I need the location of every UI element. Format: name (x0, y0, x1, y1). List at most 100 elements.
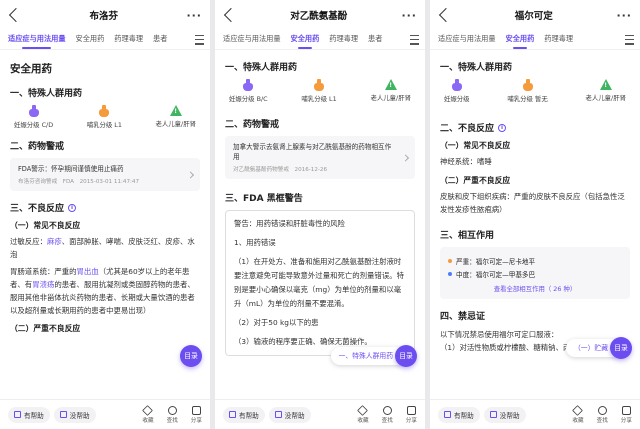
interaction-item[interactable]: 严重：福尔可定—尼卡地平 (448, 256, 622, 266)
share-label: 分享 (190, 417, 202, 424)
screen-acetaminophen: 对乙酰氨基酚 ··· 适应症与用法用量 安全用药 药理毒理 患者 一、特殊人群用… (215, 0, 425, 429)
term-link[interactable]: 胃溃疡 (32, 280, 54, 289)
tab-safety[interactable]: 安全用药 (291, 30, 319, 49)
tab-indications[interactable]: 适应症与用法用量 (8, 30, 66, 49)
tab-menu-icon[interactable] (195, 32, 204, 46)
bottom-bar: 有帮助 没帮助 收藏 查找 分享 (215, 399, 425, 429)
lactation-item[interactable]: 哺乳分级 L1 (87, 105, 122, 129)
toc-button[interactable]: 目录 (610, 337, 632, 359)
common-adverse-text: 过敏反应：麻疹、面部肿胀、哮喘、皮肤泛红、皮疹、水泡 (10, 235, 200, 261)
back-arrow-icon[interactable] (8, 7, 24, 23)
tab-indications[interactable]: 适应症与用法用量 (223, 30, 281, 49)
info-icon[interactable]: i (68, 203, 77, 212)
share-button[interactable]: 分享 (190, 405, 202, 424)
tab-bar: 适应症与用法用量 安全用药 药理毒理 患者 (0, 30, 210, 50)
star-icon (572, 404, 584, 416)
find-button[interactable]: 查找 (167, 405, 178, 424)
tab-patient[interactable]: 患者 (153, 30, 167, 49)
tab-menu-icon[interactable] (410, 32, 419, 46)
top-bar: 福尔可定 ··· (430, 0, 640, 30)
elderly-child-item[interactable]: ! 老人儿童/肝肾 (586, 79, 626, 103)
bottom-bar: 有帮助 没帮助 收藏 查找 分享 (430, 399, 640, 429)
tab-bar: 适应症与用法用量 安全用药 药理毒理 (430, 30, 640, 50)
share-button[interactable]: 分享 (406, 405, 417, 424)
alert-card-title: 加拿大警示去氨肾上腺素与对乙酰氨基酚的药物相互作用 (233, 143, 392, 161)
lactation-item[interactable]: 哺乳分级 L1 (301, 79, 337, 103)
pregnancy-item[interactable]: 妊娠分级 B/C (229, 79, 268, 103)
helpful-label: 有帮助 (24, 411, 44, 420)
more-icon[interactable]: ··· (186, 9, 202, 22)
drug-alert-card[interactable]: 加拿大警示去氨肾上腺素与对乙酰氨基酚的药物相互作用 对乙酰氨基酚药物警戒 201… (225, 136, 415, 179)
pregnancy-item[interactable]: 妊娠分级 C/D (14, 105, 53, 129)
favorite-button[interactable]: 收藏 (572, 404, 584, 424)
tab-pharmacology[interactable]: 药理毒理 (544, 30, 573, 49)
term-link[interactable]: 胃出血 (77, 267, 99, 276)
search-icon (167, 405, 177, 415)
thumbs-up-icon (14, 411, 21, 418)
tab-pharmacology[interactable]: 药理毒理 (329, 30, 358, 49)
gi-adverse-text: 胃肠道系统：严重的胃出血（尤其是60岁以上的老年患者、有胃溃疡的患者、服用抗凝剂… (10, 265, 200, 317)
term-link[interactable]: 麻疹 (47, 237, 62, 246)
adverse-heading-text: 三、不良反应 (10, 204, 65, 214)
chevron-right-icon (401, 153, 410, 162)
find-button[interactable]: 查找 (382, 405, 393, 424)
elderly-child-label: 老人儿童/肝肾 (155, 120, 197, 128)
tab-patient[interactable]: 患者 (368, 30, 382, 49)
toc-button[interactable]: 目录 (180, 345, 202, 367)
common-adverse-text: 神经系统：嗜睡 (440, 157, 492, 166)
tab-menu-icon[interactable] (625, 32, 634, 46)
not-helpful-button[interactable]: 没帮助 (483, 406, 526, 423)
lactation-item[interactable]: 哺乳分级 暂无 (507, 79, 548, 103)
not-helpful-button[interactable]: 没帮助 (268, 406, 311, 423)
favorite-label: 收藏 (357, 417, 369, 424)
view-all-interactions-link[interactable]: 查看全部相互作用（ 26 种） (448, 284, 622, 293)
elderly-child-item[interactable]: ! 老人儿童/肝肾 (155, 105, 197, 129)
share-icon (621, 405, 631, 415)
tab-indications[interactable]: 适应症与用法用量 (438, 30, 496, 49)
share-label: 分享 (620, 417, 632, 424)
toc-button[interactable]: 目录 (395, 345, 417, 367)
favorite-button[interactable]: 收藏 (357, 404, 369, 424)
search-icon (382, 405, 392, 415)
share-button[interactable]: 分享 (620, 405, 632, 424)
more-icon[interactable]: ··· (401, 9, 417, 22)
info-icon[interactable]: i (498, 123, 507, 132)
back-arrow-icon[interactable] (223, 7, 239, 23)
share-icon (191, 405, 201, 415)
pregnancy-item[interactable]: 妊娠分级 (444, 79, 470, 103)
elderly-child-item[interactable]: ! 老人儿童/肝肾 (370, 79, 411, 103)
contraindication-heading: 四、禁忌证 (440, 312, 486, 322)
helpful-button[interactable]: 有帮助 (8, 406, 50, 423)
tab-safety[interactable]: 安全用药 (76, 30, 105, 49)
alert-card-title: FDA警示：怀孕期间谨慎使用止痛药 (18, 165, 124, 173)
not-helpful-button[interactable]: 没帮助 (53, 406, 96, 423)
favorite-label: 收藏 (142, 417, 154, 424)
bottom-bar: 有帮助 没帮助 收藏 查找 分享 (0, 399, 210, 429)
elderly-child-warning-icon: ! (599, 79, 612, 90)
pregnancy-icon (28, 105, 39, 117)
chevron-right-icon (186, 170, 195, 179)
tab-safety[interactable]: 安全用药 (506, 30, 534, 49)
drug-alert-card[interactable]: FDA警示：怀孕期间谨慎使用止痛药 布洛芬咨询警戒 FDA 2015-03-01… (10, 158, 200, 191)
special-population-row: 妊娠分级 B/C 哺乳分级 L1 ! 老人儿童/肝肾 (225, 79, 415, 103)
helpful-button[interactable]: 有帮助 (438, 406, 480, 423)
alert-card-meta: 布洛芬咨询警戒 FDA 2015-03-01 11:47:47 (18, 179, 140, 185)
tab-pharmacology[interactable]: 药理毒理 (114, 30, 143, 49)
back-arrow-icon[interactable] (438, 7, 454, 23)
favorite-button[interactable]: 收藏 (142, 404, 154, 424)
special-population-row: 妊娠分级 哺乳分级 暂无 ! 老人儿童/肝肾 (440, 79, 630, 103)
star-icon (142, 404, 154, 416)
more-icon[interactable]: ··· (616, 9, 632, 22)
interaction-item[interactable]: 中度：福尔可定—甲基多巴 (448, 269, 622, 279)
alert-card-meta: 对乙酰氨基酚药物警戒 2016-12-26 (233, 167, 328, 173)
helpful-button[interactable]: 有帮助 (223, 406, 265, 423)
serious-adverse-text: 皮肤和皮下组织疾病：严重的皮肤不良反应（包括急性泛发性发疹性脓疱病） (440, 192, 625, 214)
helpful-label: 有帮助 (454, 411, 474, 420)
favorite-label: 收藏 (572, 417, 584, 424)
find-button[interactable]: 查找 (597, 405, 608, 424)
drug-alert-heading: 二、药物警戒 (225, 120, 280, 130)
star-icon (357, 404, 369, 416)
not-helpful-label: 没帮助 (69, 411, 90, 420)
page-title: 对乙酰氨基酚 (290, 11, 348, 22)
bottom-actions: 收藏 查找 分享 (357, 404, 417, 424)
